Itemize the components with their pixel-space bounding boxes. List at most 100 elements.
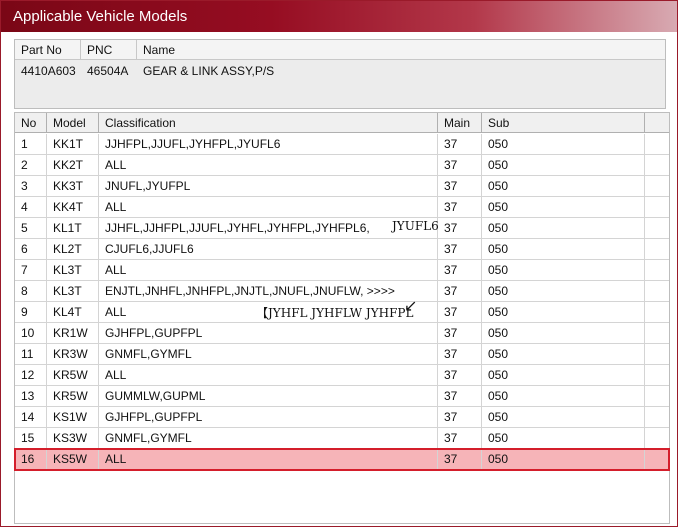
classification-column-header[interactable]: Classification <box>99 113 438 132</box>
table-row[interactable]: 4 KK4T ALL 37 050 <box>15 197 669 218</box>
row-no-cell: 1 <box>15 134 47 154</box>
model-column-header[interactable]: Model <box>47 113 99 132</box>
row-sub-cell: 050 <box>482 386 645 406</box>
row-main-cell: 37 <box>438 239 482 259</box>
row-no-cell: 7 <box>15 260 47 280</box>
part-no-value: 4410A603 <box>21 64 76 78</box>
row-main-cell: 37 <box>438 449 482 469</box>
empty-column-header <box>645 113 669 132</box>
row-no-cell: 5 <box>15 218 47 238</box>
row-no-cell: 8 <box>15 281 47 301</box>
row-model-cell: KR5W <box>47 365 99 385</box>
part-info-panel: Part No PNC Name 4410A603 46504A GEAR & … <box>14 39 666 109</box>
main-column-header[interactable]: Main <box>438 113 482 132</box>
row-classification-cell: ALL <box>99 449 438 469</box>
row-no-cell: 4 <box>15 197 47 217</box>
row-model-cell: KL4T <box>47 302 99 322</box>
row-model-cell: KL2T <box>47 239 99 259</box>
part-info-values: 4410A603 46504A GEAR & LINK ASSY,P/S <box>15 60 665 82</box>
row-model-cell: KL3T <box>47 281 99 301</box>
table-row[interactable]: 5 KL1T JJHFL,JJHFPL,JJUFL,JYHFL,JYHFPL,JYH… <box>15 218 669 239</box>
row-sub-cell: 050 <box>482 260 645 280</box>
row-model-cell: KL3T <box>47 260 99 280</box>
row-classification-cell: GJHFPL,GUPFPL <box>99 323 438 343</box>
row-empty-cell <box>645 428 669 448</box>
row-sub-cell: 050 <box>482 407 645 427</box>
row-main-cell: 37 <box>438 197 482 217</box>
row-no-cell: 6 <box>15 239 47 259</box>
row-no-cell: 10 <box>15 323 47 343</box>
row-classification-cell: GJHFPL,GUPFPL <box>99 407 438 427</box>
row-main-cell: 37 <box>438 281 482 301</box>
row-main-cell: 37 <box>438 155 482 175</box>
row-main-cell: 37 <box>438 365 482 385</box>
row-sub-cell: 050 <box>482 344 645 364</box>
table-row[interactable]: 8 KL3T ENJTL,JNHFL,JNHFPL,JNJTL,JNUFL,JNUF… <box>15 281 669 302</box>
row-sub-cell: 050 <box>482 197 645 217</box>
table-row[interactable]: 15 KS3W GNMFL,GYMFL 37 050 <box>15 428 669 449</box>
row-no-cell: 13 <box>15 386 47 406</box>
table-row[interactable]: 1 KK1T JJHFPL,JJUFL,JYHFPL,JYUFL6 37 050 <box>15 134 669 155</box>
row-main-cell: 37 <box>438 260 482 280</box>
row-classification-cell: ALL <box>99 155 438 175</box>
row-classification-cell: CJUFL6,JJUFL6 <box>99 239 438 259</box>
grid-rows: 1 KK1T JJHFPL,JJUFL,JYHFPL,JYUFL6 37 050 2 KK2… <box>14 134 670 471</box>
row-empty-cell <box>645 407 669 427</box>
row-sub-cell: 050 <box>482 239 645 259</box>
row-empty-cell <box>645 386 669 406</box>
row-main-cell: 37 <box>438 407 482 427</box>
row-empty-cell <box>645 365 669 385</box>
row-empty-cell <box>645 134 669 154</box>
row-no-cell: 15 <box>15 428 47 448</box>
row-model-cell: KS1W <box>47 407 99 427</box>
pnc-header: PNC <box>81 40 137 59</box>
row-empty-cell <box>645 155 669 175</box>
row-empty-cell <box>645 281 669 301</box>
row-model-cell: KS3W <box>47 428 99 448</box>
row9-annotation: 【JYHFL JYHFLW JYHFPL <box>256 306 414 320</box>
table-row[interactable]: 14 KS1W GJHFPL,GUPFPL 37 050 <box>15 407 669 428</box>
name-header: Name <box>143 43 176 57</box>
table-row[interactable]: 11 KR3W GNMFL,GYMFL 37 050 <box>15 344 669 365</box>
row-main-cell: 37 <box>438 428 482 448</box>
row-sub-cell: 050 <box>482 176 645 196</box>
row-main-cell: 37 <box>438 134 482 154</box>
name-value: GEAR & LINK ASSY,P/S <box>143 64 275 78</box>
row-model-cell: KR3W <box>47 344 99 364</box>
row-model-cell: KR1W <box>47 323 99 343</box>
row-empty-cell <box>645 323 669 343</box>
row-main-cell: 37 <box>438 302 482 322</box>
row-classification-cell: JNUFL,JYUFPL <box>99 176 438 196</box>
row-sub-cell: 050 <box>482 449 645 469</box>
table-row[interactable]: 16 KS5W ALL 37 050 <box>14 448 670 471</box>
row-empty-cell <box>645 302 669 322</box>
row-model-cell: KK3T <box>47 176 99 196</box>
row-sub-cell: 050 <box>482 428 645 448</box>
row-sub-cell: 050 <box>482 134 645 154</box>
row-classification-cell: ALL <box>99 260 438 280</box>
row-empty-cell <box>645 449 669 469</box>
row-classification-cell: GNMFL,GYMFL <box>99 344 438 364</box>
row-main-cell: 37 <box>438 323 482 343</box>
row-main-cell: 37 <box>438 344 482 364</box>
pnc-value: 46504A <box>87 64 129 78</box>
table-row[interactable]: 3 KK3T JNUFL,JYUFPL 37 050 <box>15 176 669 197</box>
no-column-header[interactable]: No <box>15 113 47 132</box>
window-title: Applicable Vehicle Models <box>1 1 677 32</box>
row-no-cell: 12 <box>15 365 47 385</box>
sub-column-header[interactable]: Sub <box>482 113 645 132</box>
row-empty-cell <box>645 239 669 259</box>
table-row[interactable]: 12 KR5W ALL 37 050 <box>15 365 669 386</box>
part-info-header: Part No PNC Name <box>15 40 665 60</box>
row5-overflow-text: JYUFL6 <box>392 219 439 233</box>
row-no-cell: 14 <box>15 407 47 427</box>
table-row[interactable]: 10 KR1W GJHFPL,GUPFPL 37 050 <box>15 323 669 344</box>
table-row[interactable]: 13 KR5W GUMMLW,GUPML 37 050 <box>15 386 669 407</box>
table-row[interactable]: 7 KL3T ALL 37 050 <box>15 260 669 281</box>
row-no-cell: 9 <box>15 302 47 322</box>
table-row[interactable]: 6 KL2T CJUFL6,JJUFL6 37 050 <box>15 239 669 260</box>
row-sub-cell: 050 <box>482 281 645 301</box>
table-row[interactable]: 2 KK2T ALL 37 050 <box>15 155 669 176</box>
row-model-cell: KL1T <box>47 218 99 238</box>
row-classification-cell: JJHFL,JJHFPL,JJUFL,JYHFL,JYHFPL,JYHFPL6, <box>99 218 438 238</box>
